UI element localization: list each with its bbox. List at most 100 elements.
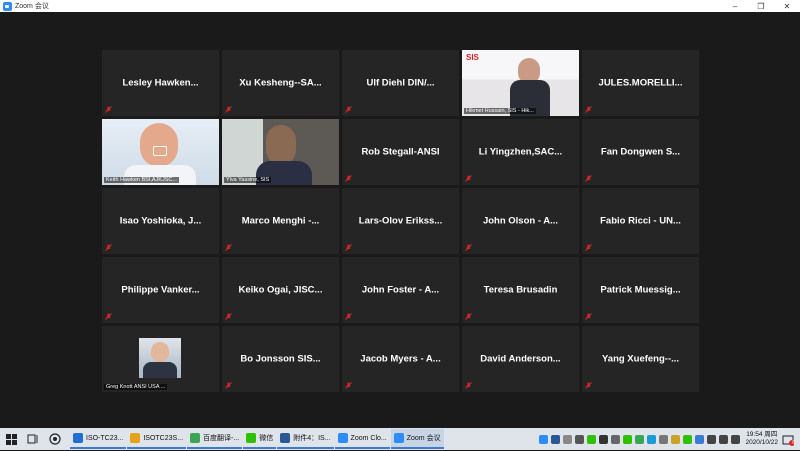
muted-microphone-icon: [345, 175, 352, 182]
participant-tile[interactable]: Ulf Diehl DIN/...: [342, 50, 459, 116]
muted-microphone-icon: [465, 382, 472, 389]
minimize-button[interactable]: –: [722, 0, 748, 12]
muted-microphone-icon: [345, 244, 352, 251]
participant-tile[interactable]: John Foster - A...: [342, 257, 459, 323]
participant-tile[interactable]: Greg Knott ANSI USA ...: [102, 326, 219, 392]
app-icon[interactable]: [47, 431, 63, 447]
muted-microphone-icon: [585, 313, 592, 320]
cloud-icon[interactable]: [646, 434, 656, 444]
restore-button[interactable]: ❐: [748, 0, 774, 12]
taskbar-app[interactable]: Zoom 会议: [390, 429, 444, 449]
taskbar-app[interactable]: ISO-TC23...: [70, 429, 127, 449]
wechat-tray-icon[interactable]: [622, 434, 632, 444]
display-icon[interactable]: [598, 434, 608, 444]
microphone-icon[interactable]: [562, 434, 572, 444]
participant-name: Lesley Hawken...: [122, 77, 199, 89]
participant-tile[interactable]: Teresa Brusadin: [462, 257, 579, 323]
participant-tile[interactable]: Isao Yoshioka, J...: [102, 188, 219, 254]
muted-microphone-icon: [465, 313, 472, 320]
taskbar-app-label: ISO-TC23...: [86, 434, 124, 442]
chat-tray-icon[interactable]: [634, 434, 644, 444]
participant-name: Bo Jonsson SIS...: [240, 353, 321, 365]
participant-video: SIS: [462, 50, 579, 116]
participant-tile[interactable]: John Olson - A...: [462, 188, 579, 254]
taskbar-app[interactable]: ISOTC23S...: [127, 429, 187, 449]
participant-tile[interactable]: Patrick Muessig...: [582, 257, 699, 323]
participant-tile[interactable]: JULES.MORELLI...: [582, 50, 699, 116]
notification-center-icon[interactable]: 6: [782, 433, 795, 446]
task-view-icon[interactable]: [25, 431, 41, 447]
participant-tile[interactable]: David Anderson...: [462, 326, 579, 392]
battery-icon[interactable]: [706, 434, 716, 444]
participant-tile[interactable]: Rob Stegall-ANSI: [342, 119, 459, 185]
participant-tile[interactable]: SIS Hikmet Hussain, SIS - Hik...: [462, 50, 579, 116]
muted-microphone-icon: [585, 106, 592, 113]
participant-name: John Foster - A...: [361, 284, 440, 296]
bell-icon[interactable]: [610, 434, 620, 444]
participant-caption-text: Greg Knott ANSI USA ...: [106, 384, 166, 390]
participant-tile[interactable]: Ylva Yassine, SIS: [222, 119, 339, 185]
participant-tile[interactable]: Philippe Vanker...: [102, 257, 219, 323]
participant-tile[interactable]: Li Yingzhen,SAC...: [462, 119, 579, 185]
sis-logo: SIS: [466, 53, 479, 62]
participant-avatar: [139, 338, 181, 378]
app-icon: [393, 433, 404, 443]
muted-microphone-icon: [345, 382, 352, 389]
participant-caption-text: Keith Hawken BSI,AJKJSC...: [106, 177, 177, 183]
close-button[interactable]: ✕: [774, 0, 800, 12]
participant-name: Fan Dongwen S...: [600, 146, 681, 158]
tray-app-icon[interactable]: [550, 434, 560, 444]
participant-name: Isao Yoshioka, J...: [119, 215, 202, 227]
participant-tile[interactable]: Fan Dongwen S...: [582, 119, 699, 185]
participant-tile[interactable]: Fabio Ricci - UN...: [582, 188, 699, 254]
participant-name: John Olson - A...: [482, 215, 559, 227]
participant-tile[interactable]: Jacob Myers - A...: [342, 326, 459, 392]
taskbar-app[interactable]: 微信: [243, 429, 277, 449]
taskbar-app[interactable]: Zoom Clo...: [334, 429, 390, 449]
participant-caption: Ylva Yassine, SIS: [224, 177, 272, 183]
bluetooth-icon[interactable]: [694, 434, 704, 444]
zoom-tray-icon[interactable]: [538, 434, 548, 444]
participant-name: JULES.MORELLI...: [598, 77, 683, 89]
participant-name: Teresa Brusadin: [483, 284, 558, 296]
taskbar-app[interactable]: 附件4：IS...: [277, 429, 334, 449]
window-title: Zoom 会议: [15, 3, 49, 10]
windows-start-icon[interactable]: [3, 431, 19, 447]
clock-date: 2020/10/22: [745, 439, 778, 446]
muted-microphone-icon: [105, 106, 112, 113]
participant-caption: Hikmet Hussain, SIS - Hik...: [464, 108, 536, 114]
network-icon[interactable]: [574, 434, 584, 444]
taskbar-app-label: 微信: [259, 435, 274, 442]
usb-icon[interactable]: [658, 434, 668, 444]
app-icon: [246, 433, 257, 443]
muted-microphone-icon: [345, 106, 352, 113]
taskbar-app[interactable]: 百度翻译-...: [187, 429, 243, 449]
shield-icon[interactable]: [586, 434, 596, 444]
title-bar: Zoom 会议 – ❐ ✕: [0, 0, 800, 12]
participant-name: Keiko Ogai, JISC...: [238, 284, 323, 296]
participant-caption: Greg Knott ANSI USA ...: [104, 384, 168, 390]
taskbar-app-label: Zoom Clo...: [350, 434, 387, 442]
muted-microphone-icon: [105, 244, 112, 251]
participant-grid: Lesley Hawken... Xu Kesheng--SA... Ulf Die…: [102, 50, 699, 392]
participant-tile[interactable]: Lars-Olov Erikss...: [342, 188, 459, 254]
muted-microphone-icon: [225, 106, 232, 113]
participant-tile[interactable]: Marco Menghi -...: [222, 188, 339, 254]
input-method-icon[interactable]: [730, 434, 740, 444]
participant-name: Philippe Vanker...: [121, 284, 200, 296]
clock[interactable]: 19:54 周四 2020/10/22: [745, 431, 778, 447]
participant-video: [222, 119, 339, 185]
tray-app-icon-2[interactable]: [670, 434, 680, 444]
participant-name: Lars-Olov Erikss...: [358, 215, 443, 227]
participant-tile[interactable]: Keith Hawken BSI,AJKJSC...: [102, 119, 219, 185]
participant-tile[interactable]: Bo Jonsson SIS...: [222, 326, 339, 392]
participant-tile[interactable]: Yang Xuefeng--...: [582, 326, 699, 392]
system-tray: 19:54 周四 2020/10/22 6: [537, 428, 800, 450]
video-off-icon: [153, 146, 167, 156]
tray-app-icon-3[interactable]: [682, 434, 692, 444]
volume-icon[interactable]: [718, 434, 728, 444]
participant-tile[interactable]: Lesley Hawken...: [102, 50, 219, 116]
muted-microphone-icon: [225, 313, 232, 320]
participant-tile[interactable]: Xu Kesheng--SA...: [222, 50, 339, 116]
participant-tile[interactable]: Keiko Ogai, JISC...: [222, 257, 339, 323]
